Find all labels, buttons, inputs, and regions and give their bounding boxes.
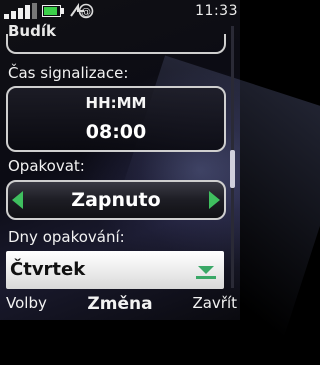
repeat-label: Opakovat: <box>8 157 85 175</box>
scrollbar-thumb[interactable] <box>230 150 235 188</box>
alarm-time-field[interactable]: HH:MM 08:00 <box>6 86 226 152</box>
dropdown-arrow-icon[interactable] <box>198 266 214 274</box>
dropdown-arrow-base <box>196 276 216 279</box>
softkey-bar: Volby Změna Zavřít <box>0 292 240 320</box>
battery-icon <box>42 5 64 17</box>
signal-strength-icon <box>4 3 37 19</box>
previous-field-edge <box>6 34 226 54</box>
alarm-time-value[interactable]: 08:00 <box>8 121 224 143</box>
status-bar: @ 11:33 <box>0 0 240 22</box>
packet-data-icon: @ <box>70 2 94 19</box>
repeat-days-dropdown[interactable]: Čtvrtek <box>6 251 224 289</box>
svg-text:@: @ <box>81 7 91 18</box>
arrow-right-icon[interactable] <box>209 191 220 209</box>
screen: @ 11:33 Budík Čas signalizace: HH:MM 08:… <box>0 0 320 365</box>
alarm-time-label: Čas signalizace: <box>8 64 129 82</box>
repeat-value: Zapnuto <box>71 189 161 211</box>
time-format-hint: HH:MM <box>85 94 147 112</box>
status-clock: 11:33 <box>195 3 238 19</box>
repeat-selector[interactable]: Zapnuto <box>6 180 226 220</box>
close-softkey[interactable]: Zavřít <box>192 294 237 312</box>
repeat-days-label: Dny opakování: <box>8 228 125 246</box>
repeat-days-value: Čtvrtek <box>10 259 86 280</box>
